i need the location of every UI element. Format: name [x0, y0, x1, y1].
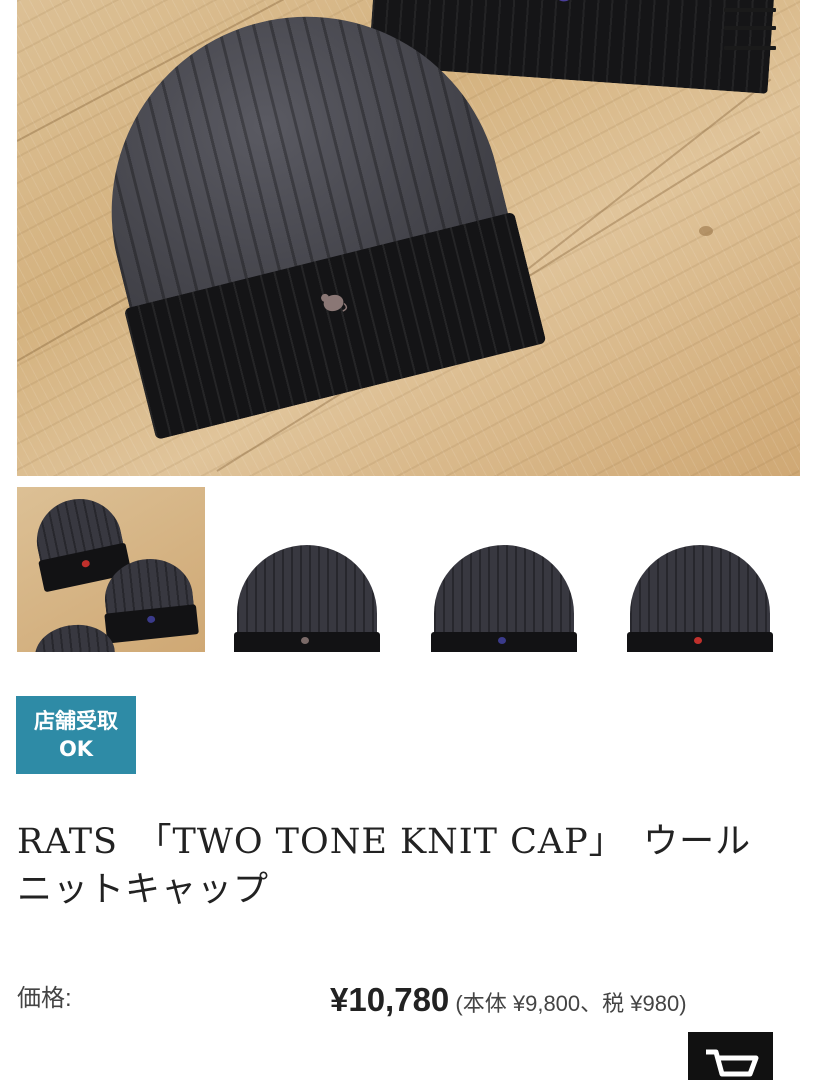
main-cap [70, 0, 603, 476]
store-pickup-badge: 店舗受取 OK [16, 696, 136, 774]
badge-line-1: 店舗受取 [34, 709, 118, 733]
shopping-cart-icon [706, 1049, 759, 1077]
menu-bar [724, 26, 776, 30]
rat-logo-icon [554, 0, 573, 2]
rat-logo-icon [321, 293, 348, 312]
badge-line-2: OK [58, 737, 94, 761]
menu-bar [724, 8, 776, 12]
thumbnail-navy-logo[interactable] [412, 487, 597, 652]
price-detail: (本体 ¥9,800、税 ¥980) [455, 991, 687, 1016]
thumbnail-red-logo[interactable] [608, 487, 793, 652]
price-label: 価格: [17, 985, 72, 1012]
thumbnail-group-photo[interactable] [17, 487, 205, 652]
add-to-cart-button[interactable] [688, 1032, 773, 1080]
price-block: ¥10,780 (本体 ¥9,800、税 ¥980) [330, 972, 750, 1032]
menu-bar [724, 46, 776, 50]
main-product-image[interactable] [17, 0, 800, 476]
price-amount: ¥10,780 [330, 981, 450, 1018]
thumbnail-strip [0, 487, 817, 652]
thumbnail-gray-logo[interactable] [215, 487, 400, 652]
product-title: RATS 「TWO TONE KNIT CAP」 ウールニットキャップ [17, 822, 752, 910]
hamburger-menu-icon[interactable] [724, 6, 776, 50]
